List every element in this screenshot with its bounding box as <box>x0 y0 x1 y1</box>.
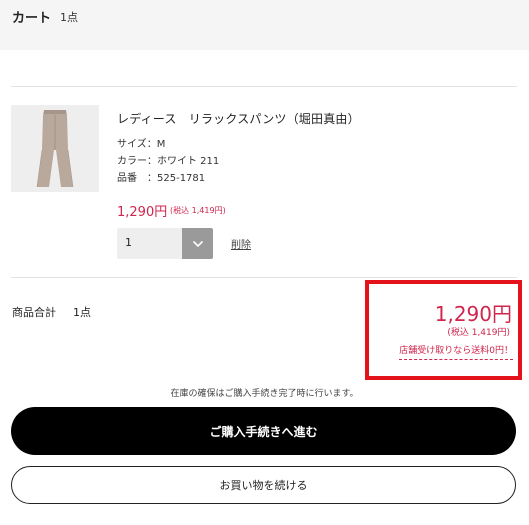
checkout-button-label: ご購入手続きへ進む <box>209 424 318 439</box>
product-size: サイズ：M <box>117 139 166 150</box>
item-price: 1,290円 <box>117 205 168 220</box>
chevron-down-icon[interactable] <box>182 228 213 259</box>
subtotal-label: 商品合計 <box>12 306 56 319</box>
store-pickup-note: 店舗受け取りなら送料0円！ <box>399 343 513 360</box>
quantity-value: 1 <box>125 236 132 249</box>
quantity-select[interactable]: 1 <box>117 228 213 259</box>
item-price-tax: (税込 1,419円) <box>170 206 226 215</box>
cart-item-count: 1点 <box>60 11 78 24</box>
divider <box>11 277 517 278</box>
total-highlight-box: 1,290円 (税込 1,419円) 店舗受け取りなら送料0円！ <box>365 280 522 380</box>
product-name[interactable]: レディース リラックスパンツ（堀田真由） <box>117 110 360 127</box>
product-number: 品番 ：525-1781 <box>117 173 206 184</box>
proceed-to-checkout-button[interactable]: ご購入手続きへ進む <box>11 407 516 455</box>
total-price-tax: (税込 1,419円) <box>447 328 510 338</box>
continue-shopping-button[interactable]: お買い物を続ける <box>11 466 516 504</box>
divider <box>11 86 517 87</box>
subtotal-count: 1点 <box>73 306 91 319</box>
total-price: 1,290円 <box>434 302 512 326</box>
delete-link[interactable]: 削除 <box>231 236 251 251</box>
cart-header: カート 1点 <box>0 0 529 50</box>
product-image[interactable] <box>11 105 99 192</box>
product-color: カラー：ホワイト 211 <box>117 156 220 167</box>
stock-note: 在庫の確保はご購入手続き完了時に行います。 <box>170 389 359 399</box>
page-title: カート <box>12 11 52 26</box>
continue-button-label: お買い物を続ける <box>219 479 308 492</box>
